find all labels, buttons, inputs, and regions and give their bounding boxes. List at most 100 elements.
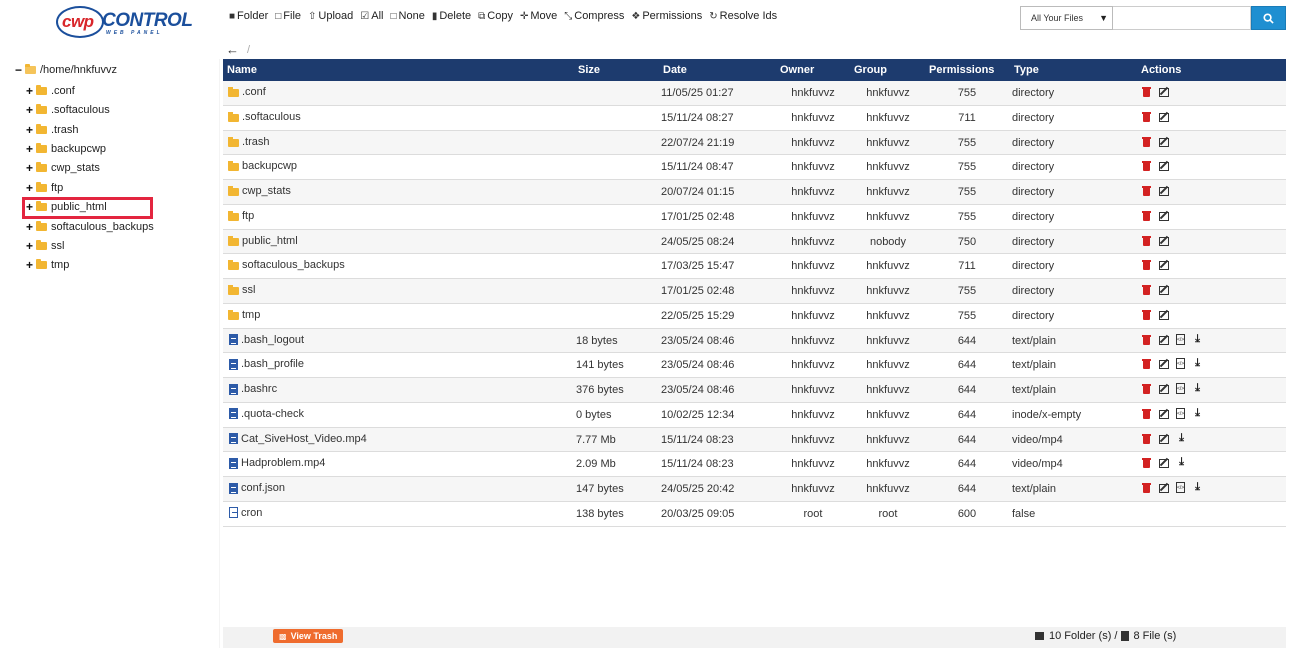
file-name-cell[interactable]: cron <box>227 507 262 519</box>
file-permissions[interactable]: 755 <box>933 161 1001 173</box>
file-permissions[interactable]: 600 <box>933 508 1001 520</box>
edit-code-icon[interactable]: </> <box>1176 383 1185 394</box>
tree-item[interactable]: + .conf <box>25 84 75 98</box>
upload-button[interactable]: ⇧ Upload <box>308 10 353 22</box>
expand-icon[interactable]: + <box>25 220 34 234</box>
table-row[interactable]: tmp 22/05/25 15:29 hnkfuvvz hnkfuvvz 755 dire… <box>223 304 1286 329</box>
file-name[interactable]: .conf <box>242 86 266 98</box>
expand-icon[interactable]: + <box>25 258 34 272</box>
file-name-cell[interactable]: softaculous_backups <box>227 259 345 271</box>
file-permissions[interactable]: 755 <box>933 87 1001 99</box>
rename-icon[interactable] <box>1159 484 1169 493</box>
file-button[interactable]: □ File <box>275 10 301 22</box>
col-date[interactable]: Date <box>663 64 687 76</box>
expand-icon[interactable]: + <box>25 123 34 137</box>
rename-icon[interactable] <box>1159 211 1169 221</box>
delete-icon[interactable] <box>1141 86 1152 97</box>
rename-icon[interactable] <box>1159 335 1169 345</box>
table-row[interactable]: .conf 11/05/25 01:27 hnkfuvvz hnkfuvvz 755 di… <box>223 81 1286 106</box>
file-name-cell[interactable]: ssl <box>227 284 255 296</box>
rename-icon[interactable] <box>1159 409 1169 419</box>
file-name[interactable]: softaculous_backups <box>242 259 345 271</box>
file-permissions[interactable]: 755 <box>933 310 1001 322</box>
download-icon[interactable]: ⤓ <box>1176 457 1187 468</box>
delete-icon[interactable] <box>1141 210 1152 221</box>
tree-item[interactable]: + tmp <box>25 258 69 272</box>
view-trash-button[interactable]: ▩ View Trash <box>273 629 344 643</box>
file-name[interactable]: .trash <box>242 136 270 148</box>
table-row[interactable]: public_html 24/05/25 08:24 hnkfuvvz nobody 7… <box>223 229 1286 255</box>
delete-icon[interactable] <box>1141 160 1152 172</box>
file-name-cell[interactable]: cwp_stats <box>227 185 291 197</box>
download-icon[interactable]: ⤓ <box>1192 383 1203 394</box>
cwp-control-logo[interactable]: cwp CONTROL WEB PANEL <box>48 6 193 38</box>
col-size[interactable]: Size <box>578 64 600 76</box>
delete-icon[interactable] <box>1141 235 1152 246</box>
delete-icon[interactable] <box>1141 358 1152 370</box>
delete-icon[interactable] <box>1141 111 1152 122</box>
col-name[interactable]: Name <box>227 64 257 76</box>
rename-icon[interactable] <box>1159 187 1169 196</box>
delete-icon[interactable] <box>1141 408 1152 419</box>
expand-icon[interactable]: + <box>25 161 34 175</box>
rename-icon[interactable] <box>1159 459 1169 469</box>
expand-icon[interactable]: + <box>25 84 34 98</box>
search-scope-select[interactable]: All Your Files ▼ <box>1020 6 1113 30</box>
col-owner[interactable]: Owner <box>780 64 814 76</box>
folder-button[interactable]: ■ Folder <box>229 10 268 22</box>
file-permissions[interactable]: 644 <box>933 359 1001 371</box>
table-row[interactable]: Cat_SiveHost_Video.mp4 7.77 Mb 15/11/24 08… <box>223 427 1286 453</box>
file-permissions[interactable]: 750 <box>933 236 1001 248</box>
rename-icon[interactable] <box>1159 434 1169 444</box>
table-row[interactable]: cron 138 bytes 20/03/25 09:05 root root 600 fa… <box>223 502 1286 527</box>
table-row[interactable]: .bash_logout 18 bytes 23/05/24 08:46 hnkfuv… <box>223 328 1286 354</box>
file-name[interactable]: ftp <box>242 210 254 222</box>
back-arrow-icon[interactable]: ← <box>226 42 239 57</box>
file-name[interactable]: conf.json <box>241 482 285 494</box>
file-name-cell[interactable]: .quota-check <box>227 408 304 420</box>
file-permissions[interactable]: 711 <box>933 260 1001 272</box>
permissions-button[interactable]: ❖ Permissions <box>631 10 702 22</box>
tree-item[interactable]: + .trash <box>25 123 79 137</box>
file-permissions[interactable]: 644 <box>933 434 1001 446</box>
file-name[interactable]: Hadproblem.mp4 <box>241 457 325 469</box>
compress-button[interactable]: ⤡ Compress <box>564 10 624 22</box>
file-name[interactable]: ssl <box>242 284 255 296</box>
delete-icon[interactable] <box>1141 457 1152 469</box>
resolve-ids-button[interactable]: ↻ Resolve Ids <box>709 10 777 22</box>
table-row[interactable]: backupcwp 15/11/24 08:47 hnkfuvvz hnkfuvvz 7… <box>223 155 1286 180</box>
edit-code-icon[interactable]: </> <box>1176 482 1185 493</box>
table-row[interactable]: .bash_profile 141 bytes 23/05/24 08:46 hnkf… <box>223 353 1286 378</box>
tree-item[interactable]: + softaculous_backups <box>25 220 154 234</box>
delete-button[interactable]: ▮ Delete <box>432 10 471 22</box>
delete-icon[interactable] <box>1141 383 1152 394</box>
delete-icon[interactable] <box>1141 185 1152 196</box>
table-row[interactable]: ftp 17/01/25 02:48 hnkfuvvz hnkfuvvz 755 dire… <box>223 205 1286 230</box>
tree-item[interactable]: + .softaculous <box>25 103 110 117</box>
rename-icon[interactable] <box>1159 137 1169 147</box>
file-name-cell[interactable]: conf.json <box>227 482 285 494</box>
file-permissions[interactable]: 755 <box>933 285 1001 297</box>
delete-icon[interactable] <box>1141 334 1152 345</box>
download-icon[interactable]: ⤓ <box>1192 482 1203 493</box>
expand-icon[interactable]: + <box>25 142 34 156</box>
table-row[interactable]: .softaculous 15/11/24 08:27 hnkfuvvz hnkfuv… <box>223 106 1286 131</box>
file-permissions[interactable]: 644 <box>933 335 1001 347</box>
collapse-icon[interactable]: − <box>14 63 23 77</box>
tree-item[interactable]: + ssl <box>25 239 64 253</box>
file-name-cell[interactable]: Hadproblem.mp4 <box>227 457 325 469</box>
col-group[interactable]: Group <box>854 64 887 76</box>
tree-item[interactable]: + cwp_stats <box>25 161 100 175</box>
file-permissions[interactable]: 755 <box>933 186 1001 198</box>
rename-icon[interactable] <box>1159 310 1169 320</box>
delete-icon[interactable] <box>1141 259 1152 271</box>
file-name[interactable]: .quota-check <box>241 408 304 420</box>
file-name-cell[interactable]: .bash_profile <box>227 358 304 370</box>
table-row[interactable]: Hadproblem.mp4 2.09 Mb 15/11/24 08:23 hnkfu… <box>223 452 1286 477</box>
none-button[interactable]: □ None <box>390 10 424 22</box>
tree-root[interactable]: − /home/hnkfuvvz <box>14 63 117 77</box>
file-name-cell[interactable]: backupcwp <box>227 160 297 172</box>
download-icon[interactable]: ⤓ <box>1176 432 1187 444</box>
delete-icon[interactable] <box>1141 433 1152 444</box>
rename-icon[interactable] <box>1159 88 1169 97</box>
